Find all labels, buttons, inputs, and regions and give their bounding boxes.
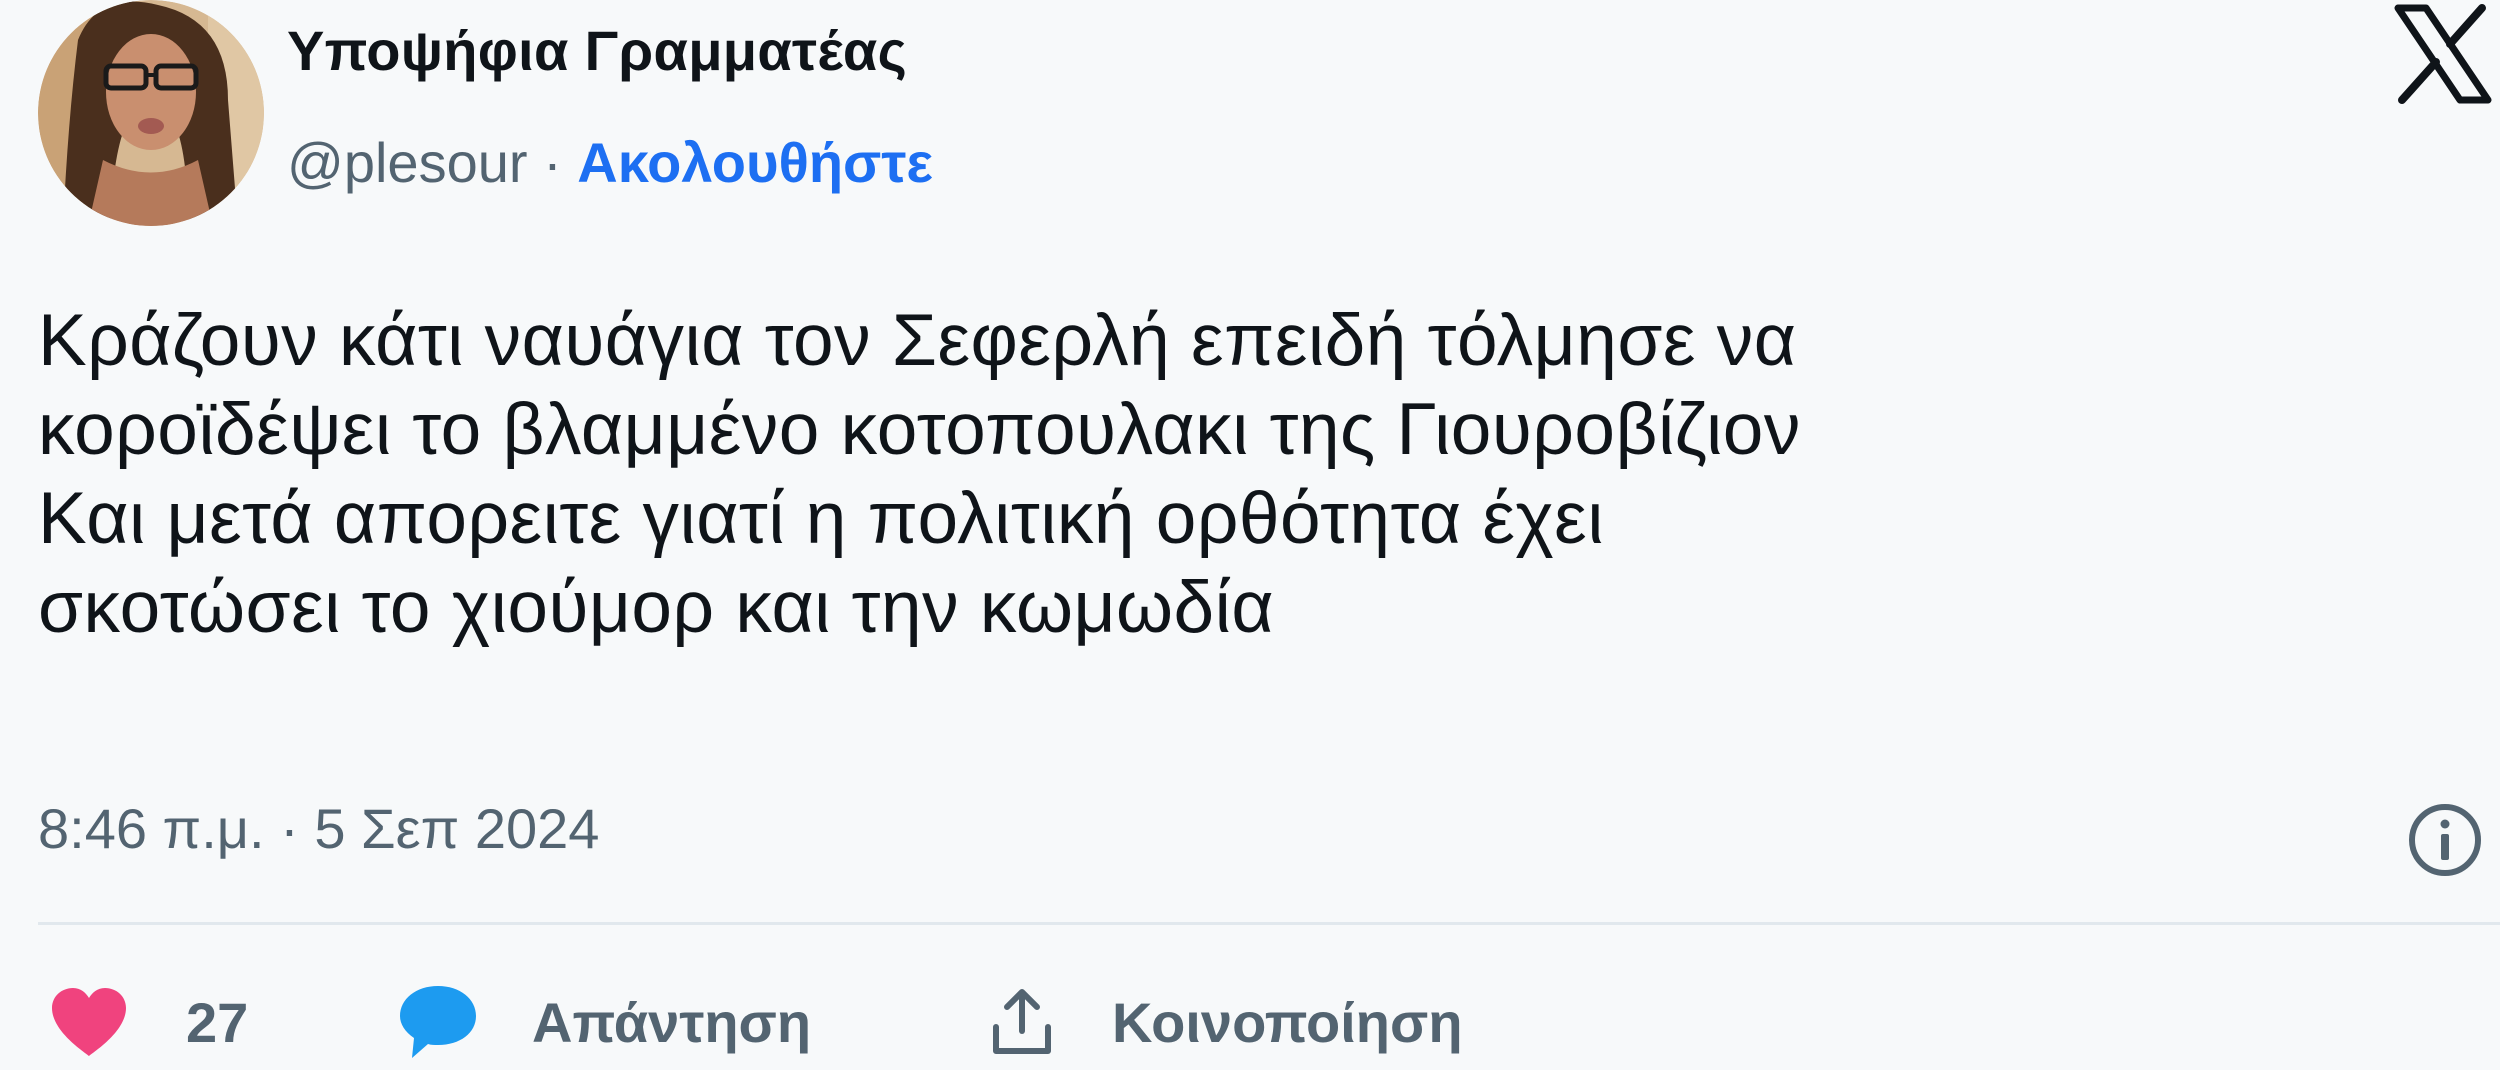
x-logo-icon[interactable] <box>2392 4 2494 104</box>
follow-button[interactable]: Ακολουθήστε <box>577 131 933 194</box>
separator-dot: · <box>543 131 562 194</box>
like-count: 27 <box>186 990 249 1054</box>
tweet-line: Και μετά απορειτε γιατί η πολιτική ορθότ… <box>38 478 1604 559</box>
tweet-line: Κράζουν κάτι ναυάγια τον Σεφερλή επειδή … <box>38 300 1797 381</box>
display-name[interactable]: Υποψήφια Γραμματέας <box>287 18 907 83</box>
tweet-line: κοροϊδέψει το βλαμμένο κοτοπουλακι της Γ… <box>38 389 1801 470</box>
handle-row: @plesour · Ακολουθήστε <box>287 130 933 195</box>
tweet-card: Υποψήφια Γραμματέας @plesour · Ακολουθήσ… <box>0 0 2500 1070</box>
divider <box>38 922 2500 925</box>
user-handle[interactable]: @plesour <box>287 131 528 194</box>
share-button[interactable]: Κοινοποίηση <box>990 982 1463 1062</box>
heart-icon <box>52 988 126 1056</box>
avatar[interactable] <box>38 0 264 226</box>
tweet-text: Κράζουν κάτι ναυάγια τον Σεφερλή επειδή … <box>38 296 2478 652</box>
action-bar: 27 Απάντηση Κοινοποίηση <box>0 982 2500 1062</box>
like-button[interactable]: 27 <box>48 982 248 1062</box>
tweet-line: σκοτώσει το χιούμορ και την κωμωδία <box>38 567 1275 648</box>
avatar-image <box>38 0 264 226</box>
reply-button[interactable]: Απάντηση <box>396 982 811 1062</box>
share-label: Κοινοποίηση <box>1112 990 1463 1054</box>
tweet-timestamp[interactable]: 8:46 π.μ. · 5 Σεπ 2024 <box>38 796 599 861</box>
share-icon <box>993 989 1051 1054</box>
reply-label: Απάντηση <box>532 990 812 1054</box>
info-icon[interactable] <box>2405 800 2485 880</box>
speech-bubble-icon <box>400 986 476 1058</box>
